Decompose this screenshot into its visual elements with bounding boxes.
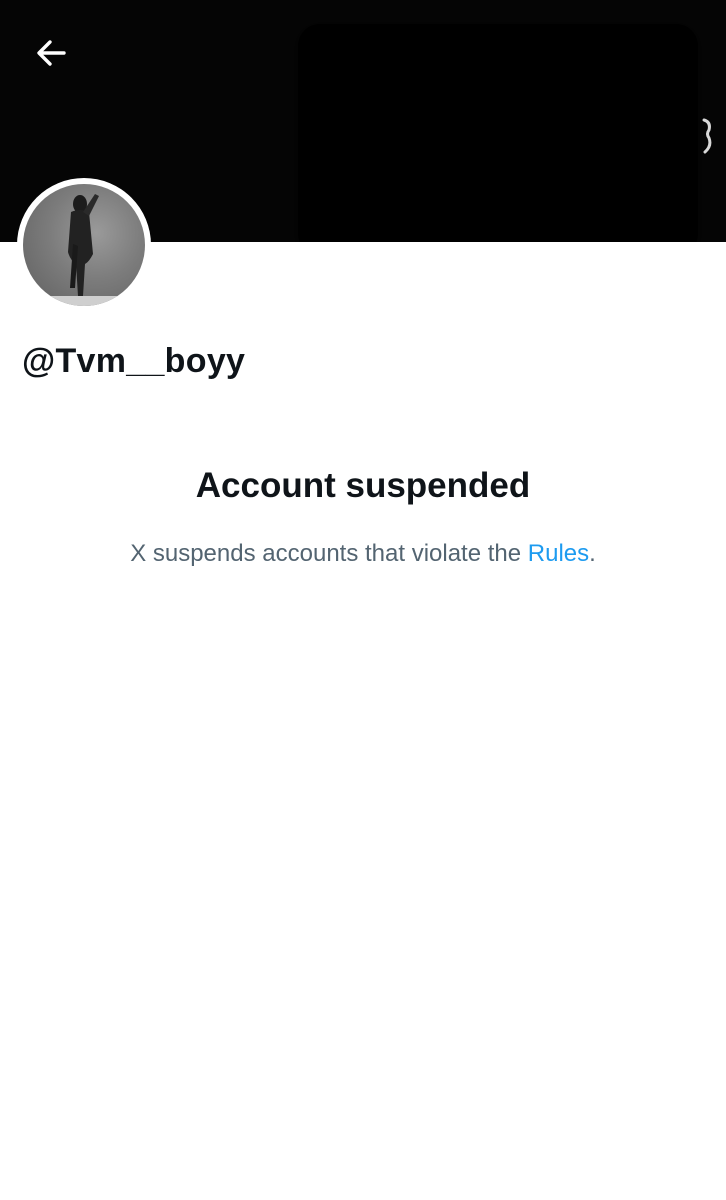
banner-dark-overlay — [298, 24, 698, 242]
profile-handle: @Tvm__boyy — [22, 342, 246, 380]
suspended-message: X suspends accounts that violate the Rul… — [0, 540, 726, 568]
suspended-title: Account suspended — [195, 466, 531, 505]
banner-partial-glyph — [702, 118, 712, 154]
avatar-photo — [23, 184, 145, 306]
rules-link[interactable]: Rules — [528, 540, 589, 567]
suspended-message-prefix: X suspends accounts that violate the — [130, 540, 528, 567]
back-button[interactable] — [26, 28, 76, 78]
profile-avatar[interactable] — [17, 178, 151, 312]
avatar-figure-image — [23, 194, 145, 306]
arrow-left-icon — [37, 40, 66, 66]
suspended-message-suffix: . — [589, 540, 596, 567]
